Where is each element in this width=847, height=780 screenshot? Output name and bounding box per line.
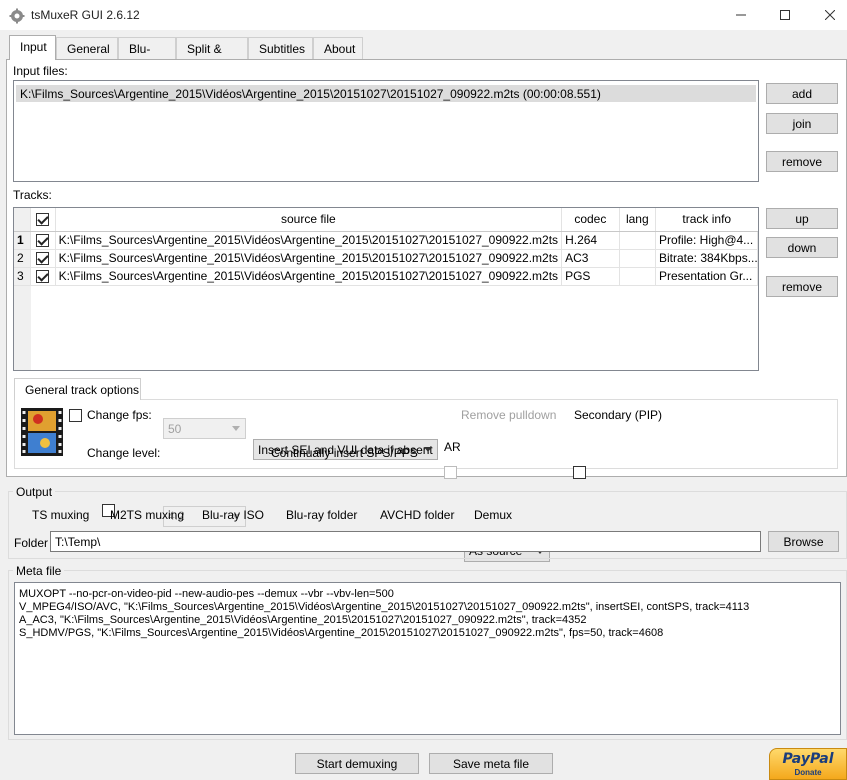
track-checkbox[interactable] [36, 234, 50, 248]
source-file-cell[interactable]: K:\Films_Sources\Argentine_2015\Vidéos\A… [55, 267, 563, 286]
output-label: Output [13, 485, 56, 499]
table-row[interactable]: 3 K:\Films_Sources\Argentine_2015\Vidéos… [14, 267, 758, 286]
codec-cell[interactable]: PGS [561, 267, 620, 286]
tab-blu-ray[interactable]: Blu-ray [118, 37, 176, 70]
join-button[interactable]: join [766, 113, 838, 134]
remove-file-button[interactable]: remove [766, 151, 838, 172]
film-strip-icon [21, 408, 63, 456]
lang-cell[interactable] [619, 249, 656, 268]
m2ts-muxing-label[interactable]: M2TS muxing [110, 508, 184, 522]
tab-split-cut[interactable]: Split & cut [176, 37, 248, 70]
track-info-cell[interactable]: Presentation Gr... [655, 267, 758, 286]
move-down-button[interactable]: down [766, 237, 838, 258]
row-number: 1 [14, 231, 31, 250]
save-meta-file-button[interactable]: Save meta file [429, 753, 553, 774]
input-file-item[interactable]: K:\Films_Sources\Argentine_2015\Vidéos\A… [16, 85, 756, 102]
ts-muxing-label[interactable]: TS muxing [32, 508, 89, 522]
secondary-pip-checkbox[interactable] [573, 465, 587, 479]
avchd-folder-label[interactable]: AVCHD folder [380, 508, 454, 522]
source-file-cell[interactable]: K:\Films_Sources\Argentine_2015\Vidéos\A… [55, 231, 563, 250]
codec-cell[interactable]: H.264 [561, 231, 620, 250]
fps-select[interactable]: 50 [163, 418, 246, 440]
app-gear-icon [9, 8, 25, 24]
ar-label: AR [444, 440, 461, 454]
secondary-pip-label: Secondary (PIP) [574, 408, 663, 422]
meta-file-label: Meta file [13, 564, 65, 578]
input-files-list[interactable]: K:\Films_Sources\Argentine_2015\Vidéos\A… [13, 80, 759, 182]
meta-line: A_AC3, "K:\Films_Sources\Argentine_2015\… [19, 614, 587, 626]
meta-file-textarea[interactable]: MUXOPT --no-pcr-on-video-pid --new-audio… [14, 582, 841, 735]
row-checkbox-cell[interactable] [30, 267, 56, 286]
donate-label: Donate [794, 768, 822, 777]
folder-label: Folder [14, 536, 49, 550]
close-icon [825, 10, 835, 20]
paypal-donate-button[interactable]: PayPal Donate [769, 748, 847, 780]
change-fps-label: Change fps: [87, 408, 152, 422]
codec-cell[interactable]: AC3 [561, 249, 620, 268]
table-row[interactable]: 2 K:\Films_Sources\Argentine_2015\Vidéos… [14, 249, 758, 268]
row-number: 3 [14, 267, 31, 286]
change-fps-checkbox[interactable] [69, 409, 82, 423]
input-files-label: Input files: [13, 64, 68, 78]
track-checkbox[interactable] [36, 252, 50, 266]
source-file-cell[interactable]: K:\Films_Sources\Argentine_2015\Vidéos\A… [55, 249, 563, 268]
chevron-down-icon [424, 447, 432, 453]
table-row[interactable]: 1 K:\Films_Sources\Argentine_2015\Vidéos… [14, 231, 758, 250]
close-button[interactable] [807, 0, 847, 30]
chevron-down-icon [232, 426, 240, 432]
continually-insert-label: Continually insert SPS/PPS [271, 446, 418, 460]
minimize-button[interactable] [718, 0, 764, 30]
track-info-cell[interactable]: Profile: High@4... [655, 231, 758, 250]
move-up-button[interactable]: up [766, 208, 838, 229]
meta-line: MUXOPT --no-pcr-on-video-pid --new-audio… [19, 588, 394, 600]
bluray-folder-label[interactable]: Blu-ray folder [286, 508, 357, 522]
remove-pulldown-label: Remove pulldown [461, 408, 557, 422]
folder-input[interactable]: T:\Temp\ [50, 531, 761, 552]
add-button[interactable]: add [766, 83, 838, 104]
header-source-file[interactable]: source file [55, 208, 563, 232]
remove-track-button[interactable]: remove [766, 276, 838, 297]
header-checkbox[interactable] [30, 208, 56, 232]
fps-value: 50 [168, 421, 182, 436]
select-all-checkbox[interactable] [36, 213, 50, 227]
tab-about[interactable]: About [313, 37, 363, 59]
row-number: 2 [14, 249, 31, 268]
browse-button[interactable]: Browse [768, 531, 839, 552]
row-checkbox-cell[interactable] [30, 249, 56, 268]
header-track-info[interactable]: track info [655, 208, 758, 232]
paypal-logo: PayPal [782, 751, 834, 767]
start-demuxing-button[interactable]: Start demuxing [295, 753, 419, 774]
meta-line: V_MPEG4/ISO/AVC, "K:\Films_Sources\Argen… [19, 601, 750, 613]
change-level-label: Change level: [87, 446, 161, 460]
row-checkbox-cell[interactable] [30, 231, 56, 250]
meta-line: S_HDMV/PGS, "K:\Films_Sources\Argentine_… [19, 627, 664, 639]
tracks-table[interactable]: source file codec lang track info 1 K:\F… [13, 207, 759, 371]
maximize-icon [780, 10, 790, 20]
track-info-cell[interactable]: Bitrate: 384Kbps... [655, 249, 758, 268]
tracks-label: Tracks: [13, 188, 52, 202]
tab-general[interactable]: General [56, 37, 118, 59]
corner-header [14, 208, 31, 232]
lang-cell[interactable] [619, 231, 656, 250]
minimize-icon [736, 14, 746, 16]
bluray-iso-label[interactable]: Blu-ray ISO [202, 508, 264, 522]
header-codec[interactable]: codec [561, 208, 620, 232]
header-lang[interactable]: lang [619, 208, 656, 232]
window-title: tsMuxeR GUI 2.6.12 [31, 8, 140, 22]
tab-input[interactable]: Input [9, 35, 56, 60]
maximize-button[interactable] [762, 0, 808, 30]
remove-pulldown-checkbox[interactable] [444, 465, 457, 479]
tab-general-track-options[interactable]: General track options [14, 378, 141, 400]
lang-cell[interactable] [619, 267, 656, 286]
track-checkbox[interactable] [36, 270, 50, 284]
tab-subtitles[interactable]: Subtitles [248, 37, 313, 59]
demux-label[interactable]: Demux [474, 508, 512, 522]
